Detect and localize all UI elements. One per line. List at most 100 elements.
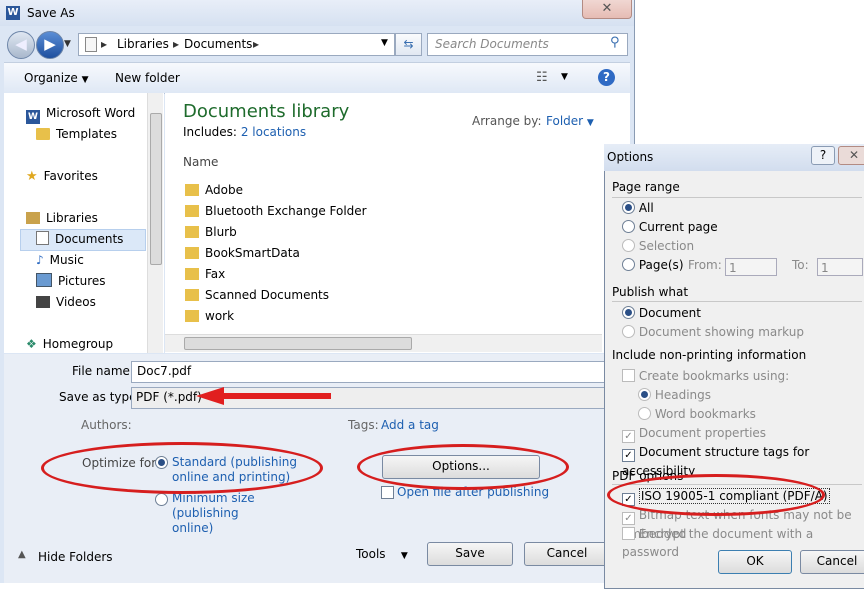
radio-icon — [622, 239, 635, 252]
divider — [612, 301, 862, 302]
page-range-pages-option[interactable]: Page(s) — [622, 256, 684, 274]
new-folder-button[interactable]: New folder — [115, 71, 180, 85]
breadcrumb-documents[interactable]: Documents — [184, 37, 252, 51]
nav-item-favorites[interactable]: ★ Favorites — [26, 166, 98, 186]
breadcrumb-separator-icon: ▸ — [173, 37, 180, 51]
tools-button[interactable]: Tools ▼ — [356, 547, 408, 561]
music-icon: ♪ — [36, 253, 44, 267]
nonprinting-heading: Include non-printing information — [612, 348, 807, 362]
publish-markup-option: Document showing markup — [622, 323, 804, 341]
refresh-button[interactable]: ⇆ — [395, 33, 422, 56]
close-button[interactable]: ✕ — [582, 0, 632, 19]
folder-icon — [185, 268, 199, 280]
divider — [612, 197, 862, 198]
folder-icon — [185, 289, 199, 301]
view-icon[interactable]: ☷ — [536, 70, 548, 85]
address-dropdown-icon[interactable]: ▼ — [381, 38, 388, 48]
list-item[interactable]: Adobe — [185, 180, 243, 200]
cancel-button[interactable]: Cancel — [524, 542, 610, 566]
radio-icon — [638, 388, 651, 401]
videos-icon — [36, 296, 50, 308]
page-range-current-option[interactable]: Current page — [622, 218, 718, 236]
page-range-all-option[interactable]: All — [622, 199, 654, 217]
locations-link[interactable]: 2 locations — [241, 125, 306, 139]
checkbox-icon — [622, 527, 635, 540]
column-header-name[interactable]: Name — [183, 155, 218, 169]
window-title: Save As — [27, 6, 75, 20]
radio-icon — [622, 220, 635, 233]
checkbox-icon — [381, 486, 394, 499]
options-cancel-button[interactable]: Cancel — [800, 550, 864, 574]
folder-icon — [36, 128, 50, 140]
library-includes: Includes: 2 locations — [183, 125, 307, 139]
organize-button[interactable]: Organize ▼ — [24, 71, 89, 85]
pictures-icon — [36, 273, 52, 287]
nav-item-microsoft-word[interactable]: W Microsoft Word — [26, 103, 135, 124]
library-title: Documents library — [183, 101, 350, 122]
scrollbar-thumb[interactable] — [150, 113, 162, 265]
save-as-type-value: PDF (*.pdf) — [136, 390, 202, 404]
optimize-minimum-label[interactable]: Minimum size (publishing online) — [172, 491, 282, 536]
options-help-button[interactable]: ? — [811, 146, 835, 165]
save-as-type-label: Save as type: — [59, 390, 141, 404]
recent-pages-chevron-icon[interactable]: ▼ — [64, 39, 71, 49]
structure-tags-checkbox[interactable]: ✓ Document structure tags for accessibil… — [622, 443, 864, 478]
checkbox-icon: ✓ — [622, 449, 635, 462]
view-dropdown-icon[interactable]: ▼ — [561, 72, 568, 82]
open-after-publishing-checkbox[interactable] — [381, 486, 394, 500]
address-bar[interactable]: ▸ Libraries ▸ Documents ▸ ▼ — [78, 33, 395, 56]
help-icon[interactable]: ? — [598, 69, 615, 86]
title-bar: W Save As — [0, 0, 634, 26]
page-range-selection-option: Selection — [622, 237, 694, 255]
breadcrumb-separator-icon: ▸ — [253, 37, 260, 51]
nav-item-videos[interactable]: Videos — [36, 292, 96, 312]
checkbox-icon — [622, 369, 635, 382]
to-label: To: — [792, 258, 809, 272]
list-item[interactable]: Fax — [185, 264, 225, 284]
hide-folders-icon[interactable]: ▲ — [18, 549, 26, 560]
list-item[interactable]: Blurb — [185, 222, 237, 242]
breadcrumb-libraries[interactable]: Libraries — [117, 37, 169, 51]
folder-icon — [185, 205, 199, 217]
options-close-button[interactable]: ✕ — [838, 146, 864, 165]
nav-item-homegroup[interactable]: ❖ Homegroup — [26, 334, 113, 354]
folder-icon — [185, 310, 199, 322]
document-properties-checkbox: ✓ Document properties — [622, 424, 766, 443]
radio-icon — [638, 407, 651, 420]
search-input[interactable]: Search Documents ⚲ — [427, 33, 628, 56]
nav-scrollbar[interactable] — [147, 93, 163, 353]
nav-item-documents[interactable]: Documents — [36, 229, 123, 249]
search-icon[interactable]: ⚲ — [610, 35, 620, 50]
scrollbar-thumb[interactable] — [184, 337, 412, 350]
nav-item-libraries[interactable]: Libraries — [26, 208, 98, 228]
star-icon: ★ — [26, 169, 38, 184]
arrange-by-dropdown[interactable]: Folder ▼ — [546, 114, 594, 128]
save-button[interactable]: Save — [427, 542, 513, 566]
from-label: From: — [688, 258, 722, 272]
nav-item-music[interactable]: ♪ Music — [36, 250, 84, 270]
from-spinner: 1 — [725, 258, 777, 276]
options-title: Options — [607, 150, 654, 164]
file-name-label: File name: — [72, 364, 134, 378]
nav-item-pictures[interactable]: Pictures — [36, 271, 106, 291]
list-item[interactable]: Scanned Documents — [185, 285, 329, 305]
ok-button[interactable]: OK — [718, 550, 792, 574]
publish-document-option[interactable]: Document — [622, 304, 701, 322]
add-tag-link[interactable]: Add a tag — [381, 418, 439, 432]
radio-icon — [622, 201, 635, 214]
list-item[interactable]: BookSmartData — [185, 243, 300, 263]
tags-label: Tags: — [348, 418, 379, 432]
forward-button[interactable]: ▶ — [36, 31, 64, 59]
word-icon: W — [26, 110, 40, 124]
options-title-bar: Options ? ✕ — [604, 144, 864, 171]
list-item[interactable]: work — [185, 306, 234, 326]
back-button[interactable]: ◀ — [7, 31, 35, 59]
word-bookmarks-option: Word bookmarks — [638, 405, 756, 423]
horizontal-scrollbar[interactable] — [165, 334, 602, 352]
nav-item-templates[interactable]: Templates — [36, 124, 117, 144]
hide-folders-button[interactable]: Hide Folders — [38, 550, 113, 564]
toolbar: Organize ▼ New folder ☷ ▼ — [4, 62, 630, 94]
list-item[interactable]: Bluetooth Exchange Folder — [185, 201, 367, 221]
optimize-minimum-radio[interactable] — [155, 493, 168, 507]
file-name-input[interactable]: Doc7.pdf — [131, 361, 605, 383]
